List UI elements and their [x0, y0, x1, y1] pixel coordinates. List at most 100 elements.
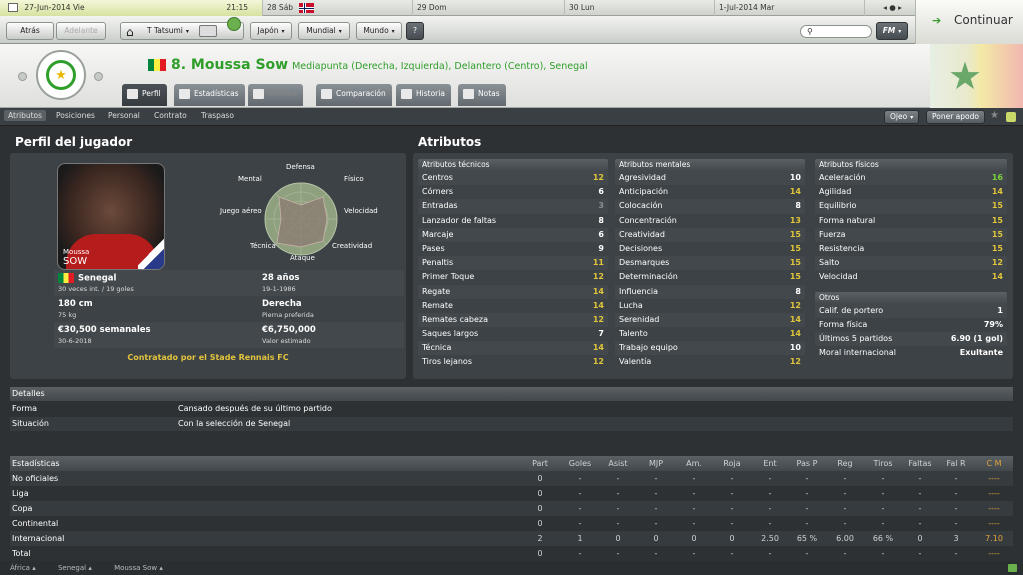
japan-menu[interactable]: Japón ▾: [250, 22, 292, 40]
attribute-row[interactable]: Salto 12: [815, 256, 1007, 271]
attribute-row[interactable]: Forma natural 15: [815, 214, 1007, 228]
attribute-row[interactable]: Serenidad 14: [615, 312, 805, 328]
mental-attributes-list: Agresividad 10 Anticipación 14 Colocación 8 Co…: [615, 171, 805, 370]
attribute-row[interactable]: Determinación 15: [615, 270, 805, 284]
attribute-row[interactable]: Entradas 3: [418, 199, 608, 214]
tab-history[interactable]: Historia: [396, 84, 451, 106]
calendar-day[interactable]: 30 Lun: [564, 0, 714, 16]
player-height: 180 cm: [58, 299, 93, 309]
attribute-row[interactable]: Forma física 79%: [815, 318, 1007, 332]
tab-notes[interactable]: Notas: [458, 84, 506, 106]
attribute-row[interactable]: Desmarques 15: [615, 256, 805, 271]
attribute-row[interactable]: Córners 6: [418, 185, 608, 199]
stats-cell: ----: [988, 519, 1000, 528]
breadcrumb-item[interactable]: Moussa Sow ▴: [114, 564, 163, 572]
stats-cell: -: [805, 519, 809, 528]
attribute-row[interactable]: Remate 14: [418, 299, 608, 313]
attribute-row[interactable]: Pases 9: [418, 242, 608, 256]
attribute-row[interactable]: Decisiones 15: [615, 242, 805, 256]
attribute-row[interactable]: Creatividad 15: [615, 227, 805, 242]
attribute-value: 14: [592, 286, 604, 296]
next-player-button[interactable]: [94, 72, 103, 81]
search-input[interactable]: ⚲: [800, 25, 872, 38]
attribute-value: 9: [598, 243, 604, 253]
subnav-attributes[interactable]: Atributos: [4, 110, 47, 121]
attribute-row[interactable]: Calif. de portero 1: [815, 303, 1007, 318]
stats-header: Estadísticas Part Goles Asist MJP Am. Roja Ent P…: [10, 456, 1013, 471]
profile-icon: [127, 89, 138, 99]
subnav-contract[interactable]: Contrato: [154, 111, 187, 120]
attribute-row[interactable]: Penaltis 11: [418, 256, 608, 271]
attribute-row[interactable]: Resistencia 15: [815, 242, 1007, 256]
attribute-row[interactable]: Técnica 14: [418, 341, 608, 356]
photo-last-name: SOW: [63, 256, 88, 267]
calendar-today[interactable]: 27-Jun-2014 Vie 21:15: [0, 0, 262, 16]
attribute-row[interactable]: Colocación 8: [615, 199, 805, 214]
breadcrumb-item[interactable]: África ▴: [10, 564, 36, 572]
attribute-row[interactable]: Velocidad 14: [815, 270, 1007, 284]
attribute-row[interactable]: Marcaje 6: [418, 227, 608, 242]
back-button[interactable]: Atrás: [6, 22, 54, 40]
subnav-transfer[interactable]: Traspaso: [201, 111, 234, 120]
contracted-club-link[interactable]: Contratado por el Stade Rennais FC: [10, 353, 406, 362]
attribute-row[interactable]: Saques largos 7: [418, 327, 608, 341]
nationality[interactable]: Senegal: [58, 273, 116, 284]
stats-cell: MJP: [648, 459, 664, 468]
help-button[interactable]: ?: [406, 22, 424, 40]
manager-menu[interactable]: ⌂ T Tatsumi ▾: [120, 17, 244, 40]
attribute-row[interactable]: Concentración 13: [615, 214, 805, 228]
attribute-row[interactable]: Tiros lejanos 12: [418, 355, 608, 369]
attribute-row[interactable]: Trabajo equipo 10: [615, 341, 805, 356]
world-menu[interactable]: Mundo ▾: [356, 22, 402, 40]
scout-menu[interactable]: Ojeo ▾: [884, 110, 920, 124]
attribute-row[interactable]: Aceleración 16: [815, 171, 1007, 186]
tab-profile[interactable]: Perfil: [122, 84, 167, 106]
nickname-button[interactable]: Poner apodo: [926, 110, 985, 124]
tab-comparison[interactable]: Comparación: [316, 84, 392, 106]
attribute-value: 11: [592, 258, 604, 268]
subnav-personal[interactable]: Personal: [108, 111, 140, 120]
forward-button[interactable]: Adelante: [56, 22, 106, 40]
attribute-row[interactable]: Fuerza 15: [815, 227, 1007, 242]
attribute-row[interactable]: Regate 14: [418, 284, 608, 299]
calendar-icon[interactable]: [8, 3, 18, 12]
calendar-day[interactable]: 1-Jul-2014 Mar: [714, 0, 864, 16]
tab-report[interactable]: Informe: [248, 84, 304, 106]
scout-label: Ojeo: [890, 112, 908, 121]
calendar-day-label: 1-Jul-2014 Mar: [719, 3, 775, 12]
calendar-day[interactable]: 28 Sáb: [262, 0, 412, 16]
attribute-row[interactable]: Lucha 12: [615, 299, 805, 313]
attribute-row[interactable]: Remates cabeza 12: [418, 312, 608, 328]
continue-button[interactable]: ➔ Continuar: [915, 0, 1023, 44]
attribute-row[interactable]: Valentía 12: [615, 355, 805, 369]
stats-cell: -: [918, 489, 922, 498]
stats-cell: 0: [537, 504, 543, 513]
attribute-row[interactable]: Agilidad 14: [815, 185, 1007, 199]
status-icon: [1008, 564, 1017, 572]
attribute-value: 15: [789, 229, 801, 239]
player-positions: Mediapunta (Derecha, Izquierda), Delante…: [292, 61, 588, 72]
attribute-row[interactable]: Lanzador de faltas 8: [418, 214, 608, 228]
attribute-row[interactable]: Anticipación 14: [615, 185, 805, 199]
calendar-day[interactable]: 29 Dom: [412, 0, 564, 16]
subnav-positions[interactable]: Posiciones: [56, 111, 95, 120]
attribute-row[interactable]: Talento 14: [615, 327, 805, 341]
previous-player-button[interactable]: [18, 72, 27, 81]
attribute-row[interactable]: Agresividad 10: [615, 171, 805, 186]
stats-cell: -: [881, 489, 885, 498]
attribute-row[interactable]: Centros 12: [418, 171, 608, 186]
star-icon[interactable]: ★: [990, 110, 999, 121]
edit-icon[interactable]: [1006, 112, 1016, 122]
breadcrumb-item[interactable]: Senegal ▴: [58, 564, 92, 572]
attribute-name: Tiros lejanos: [422, 357, 472, 367]
fm-menu[interactable]: FM ▾: [876, 22, 908, 40]
attribute-row[interactable]: Últimos 5 partidos 6.90 (1 gol): [815, 331, 1007, 347]
attribute-row[interactable]: Influencia 8: [615, 284, 805, 299]
world-cup-menu[interactable]: Mundial ▾: [298, 22, 350, 40]
attribute-row[interactable]: Moral internacional Exultante: [815, 346, 1007, 360]
stats-cell: -: [578, 519, 582, 528]
media-controls[interactable]: ◂ ● ▸: [864, 0, 916, 16]
tab-stats[interactable]: Estadísticas: [174, 84, 245, 106]
attribute-row[interactable]: Equilibrio 15: [815, 199, 1007, 214]
attribute-row[interactable]: Primer Toque 12: [418, 270, 608, 284]
